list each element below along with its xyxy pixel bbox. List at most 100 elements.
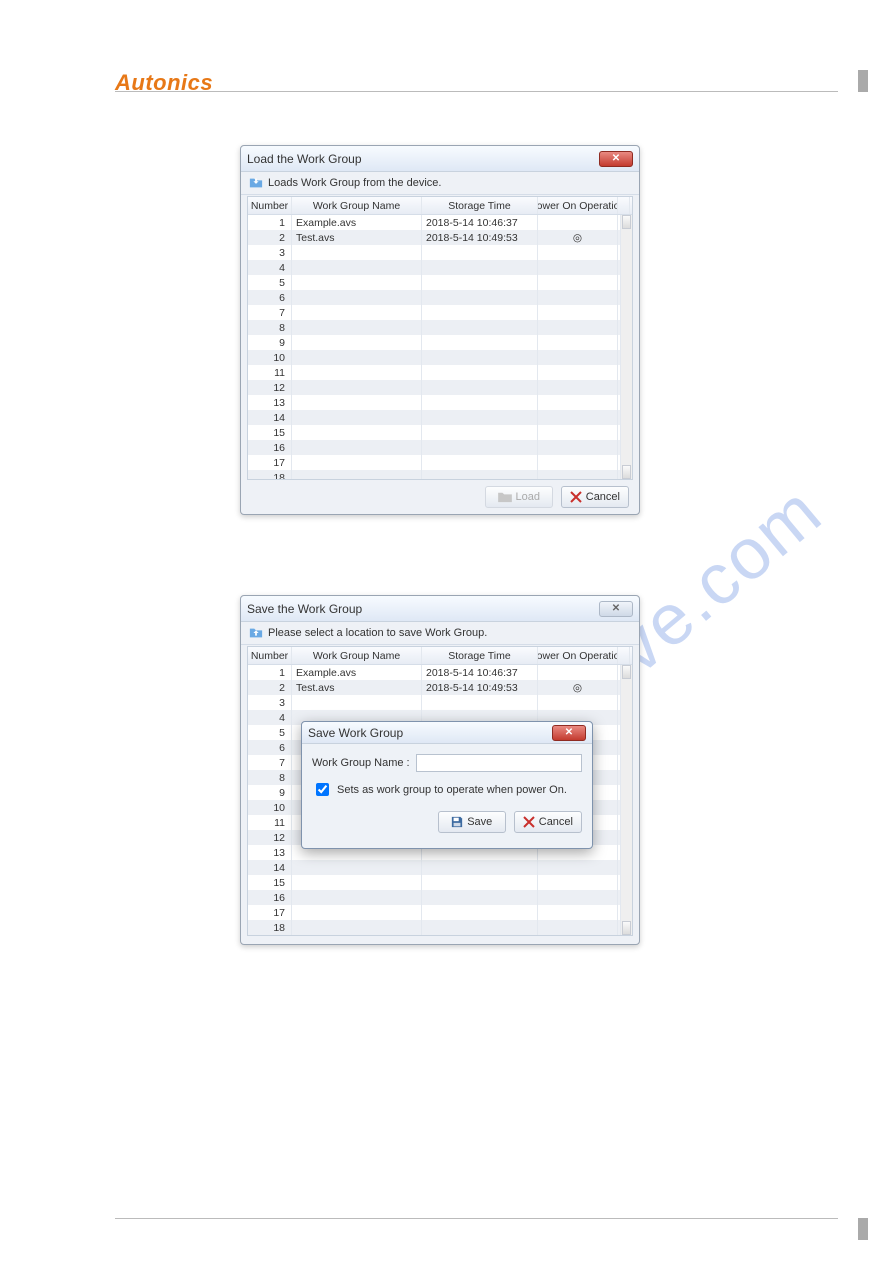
close-button[interactable]: ✕: [552, 725, 586, 741]
close-button[interactable]: ✕: [599, 151, 633, 167]
cell-workgroup-name: Test.avs: [292, 230, 422, 245]
cell-storage-time: [422, 410, 538, 425]
load-dialog-titlebar[interactable]: Load the Work Group ✕: [241, 146, 639, 172]
cell-number: 10: [248, 800, 292, 815]
load-button[interactable]: Load: [485, 486, 553, 508]
load-button-label: Load: [516, 491, 540, 503]
workgroup-name-input[interactable]: [416, 754, 582, 772]
load-table-body[interactable]: 1Example.avs2018-5-14 10:46:372Test.avs2…: [248, 215, 632, 479]
table-row[interactable]: 2Test.avs2018-5-14 10:49:53◎: [248, 230, 632, 245]
cell-workgroup-name: [292, 440, 422, 455]
cell-workgroup-name: [292, 275, 422, 290]
table-row[interactable]: 1Example.avs2018-5-14 10:46:37: [248, 665, 632, 680]
floppy-save-icon: [451, 816, 463, 828]
inner-titlebar[interactable]: Save Work Group ✕: [302, 722, 592, 744]
cell-power-on: [538, 695, 618, 710]
col-storage-time[interactable]: Storage Time: [422, 197, 538, 214]
table-row[interactable]: 17: [248, 455, 632, 470]
table-row[interactable]: 1Example.avs2018-5-14 10:46:37: [248, 215, 632, 230]
cell-storage-time: 2018-5-14 10:46:37: [422, 215, 538, 230]
table-row[interactable]: 5: [248, 275, 632, 290]
cell-power-on: [538, 395, 618, 410]
cell-workgroup-name: [292, 425, 422, 440]
table-row[interactable]: 18: [248, 470, 632, 479]
cell-workgroup-name: [292, 245, 422, 260]
table-row[interactable]: 2Test.avs2018-5-14 10:49:53◎: [248, 680, 632, 695]
cell-power-on: ◎: [538, 230, 618, 245]
table-row[interactable]: 12: [248, 380, 632, 395]
page-header: Autonics: [115, 70, 838, 92]
cell-workgroup-name: [292, 890, 422, 905]
cell-power-on: ◎: [538, 680, 618, 695]
cell-workgroup-name: Example.avs: [292, 665, 422, 680]
table-row[interactable]: 14: [248, 860, 632, 875]
table-row[interactable]: 11: [248, 365, 632, 380]
cell-number: 16: [248, 890, 292, 905]
table-row[interactable]: 6: [248, 290, 632, 305]
table-row[interactable]: 16: [248, 890, 632, 905]
col-power-on[interactable]: Power On Operation: [538, 197, 618, 214]
table-row[interactable]: 10: [248, 350, 632, 365]
save-button[interactable]: Save: [438, 811, 506, 833]
cell-number: 15: [248, 875, 292, 890]
table-row[interactable]: 15: [248, 425, 632, 440]
close-icon: ✕: [612, 603, 620, 614]
table-row[interactable]: 17: [248, 905, 632, 920]
table-row[interactable]: 4: [248, 260, 632, 275]
close-button[interactable]: ✕: [599, 601, 633, 617]
table-header-row: Number Work Group Name Storage Time Powe…: [248, 197, 632, 215]
table-row[interactable]: 3: [248, 245, 632, 260]
cell-number: 9: [248, 785, 292, 800]
cell-number: 13: [248, 845, 292, 860]
cell-storage-time: [422, 860, 538, 875]
header-page-marker: [858, 70, 868, 92]
table-row[interactable]: 8: [248, 320, 632, 335]
col-scrollspace: [618, 197, 630, 214]
col-number[interactable]: Number: [248, 647, 292, 664]
cell-power-on: [538, 350, 618, 365]
cell-workgroup-name: [292, 290, 422, 305]
table-row[interactable]: 14: [248, 410, 632, 425]
table-row[interactable]: 16: [248, 440, 632, 455]
cell-workgroup-name: [292, 905, 422, 920]
cancel-button[interactable]: Cancel: [561, 486, 629, 508]
cancel-button[interactable]: Cancel: [514, 811, 582, 833]
col-scrollspace: [618, 647, 630, 664]
table-row[interactable]: 18: [248, 920, 632, 935]
save-dialog-titlebar[interactable]: Save the Work Group ✕: [241, 596, 639, 622]
vertical-scrollbar[interactable]: [620, 215, 632, 479]
cell-number: 13: [248, 395, 292, 410]
table-row[interactable]: 7: [248, 305, 632, 320]
table-row[interactable]: 15: [248, 875, 632, 890]
load-dialog-title: Load the Work Group: [247, 152, 362, 166]
cell-workgroup-name: [292, 260, 422, 275]
cell-power-on: [538, 425, 618, 440]
cell-storage-time: [422, 395, 538, 410]
col-workgroup-name[interactable]: Work Group Name: [292, 197, 422, 214]
cell-storage-time: [422, 290, 538, 305]
cell-number: 15: [248, 425, 292, 440]
cell-power-on: [538, 665, 618, 680]
table-row[interactable]: 3: [248, 695, 632, 710]
cell-number: 7: [248, 755, 292, 770]
save-dialog-title: Save the Work Group: [247, 602, 362, 616]
table-row[interactable]: 9: [248, 335, 632, 350]
cell-storage-time: [422, 260, 538, 275]
col-number[interactable]: Number: [248, 197, 292, 214]
cell-storage-time: [422, 245, 538, 260]
cell-storage-time: [422, 455, 538, 470]
cell-power-on: [538, 335, 618, 350]
cell-number: 8: [248, 320, 292, 335]
col-workgroup-name[interactable]: Work Group Name: [292, 647, 422, 664]
col-power-on[interactable]: Power On Operation: [538, 647, 618, 664]
power-on-checkbox[interactable]: [316, 783, 329, 796]
cell-power-on: [538, 440, 618, 455]
table-row[interactable]: 13: [248, 395, 632, 410]
cell-number: 17: [248, 905, 292, 920]
cell-number: 14: [248, 410, 292, 425]
col-storage-time[interactable]: Storage Time: [422, 647, 538, 664]
cell-storage-time: [422, 350, 538, 365]
vertical-scrollbar[interactable]: [620, 665, 632, 935]
cell-storage-time: [422, 380, 538, 395]
save-button-label: Save: [467, 816, 492, 828]
